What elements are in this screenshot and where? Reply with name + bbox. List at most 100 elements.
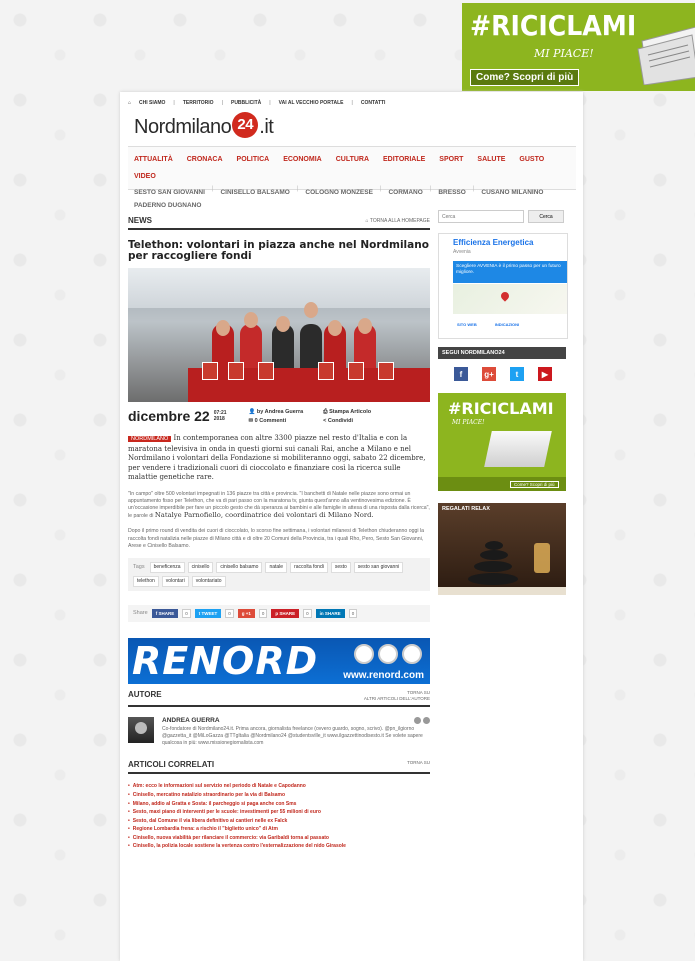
author-social <box>414 716 430 724</box>
menu-sport[interactable]: SPORT <box>439 151 463 168</box>
top-ad-banner[interactable]: #RICICLAMI MI PIACE! Come? Scopri di più <box>462 3 695 91</box>
stone <box>468 573 518 585</box>
menu-politica[interactable]: POLITICA <box>237 151 270 168</box>
menu-economia[interactable]: ECONOMIA <box>283 151 322 168</box>
googleplus-icon[interactable]: g+ <box>482 367 496 381</box>
tag-chip[interactable]: volontari <box>161 575 189 587</box>
author-name[interactable]: ANDREA GUERRA <box>162 717 430 724</box>
renault-logo-icon <box>354 643 374 664</box>
related-item[interactable]: Cinisello, la polizia locale sostiene la… <box>128 842 430 851</box>
volunteer-head <box>276 316 290 332</box>
share-link[interactable]: < Condividi <box>323 417 371 426</box>
tag-chip[interactable]: cinisello <box>187 561 214 573</box>
related-item[interactable]: Milano, addio al Gratta e Sosta: il parc… <box>128 800 430 809</box>
submenu-paderno[interactable]: PADERNO DUGNANO <box>134 199 201 212</box>
tag-chip[interactable]: sesto <box>330 561 351 573</box>
volunteer-head <box>304 302 318 318</box>
website-button[interactable]: SITO WEB <box>457 322 477 327</box>
related-item[interactable]: Sesto, dal Comune il via libera definiti… <box>128 817 430 826</box>
tag-chip[interactable]: sesto san giovanni <box>353 561 404 573</box>
globe-icon[interactable] <box>414 716 421 724</box>
logo-text: Nordmilano <box>134 116 232 138</box>
site-logo[interactable]: Nordmilano 24 .it <box>134 112 274 142</box>
tag-chip[interactable]: telethon <box>133 575 159 587</box>
category-badge[interactable]: NORDMILANO <box>128 436 172 442</box>
ad-band: Scegliere AVVENIA è il primo passo per u… <box>453 261 567 283</box>
tag-chip[interactable]: raccolta fondi <box>290 561 328 573</box>
avatar[interactable] <box>128 716 154 743</box>
author-section-header: AUTORE TORNA SU ALTRI ARTICOLI DELL'AUTO… <box>128 690 430 707</box>
related-back-to-top-link[interactable]: TORNA SU <box>407 760 430 769</box>
renord-ad-banner[interactable]: RENORD www.renord.com <box>128 637 430 684</box>
chocolate-box <box>228 362 244 380</box>
home-icon[interactable]: ⌂ <box>128 100 131 106</box>
submenu-cusano[interactable]: CUSANO MILANINO <box>481 186 543 199</box>
related-item[interactable]: Atm: ecco le informazioni sul servizio n… <box>128 782 430 791</box>
submenu-sesto[interactable]: SESTO SAN GIOVANNI <box>134 186 205 199</box>
twitter-icon[interactable]: t <box>510 367 524 381</box>
top-nav: ⌂ CHI SIAMO | TERRITORIO | PUBBLICITÀ | … <box>128 100 386 106</box>
facebook-share-button[interactable]: f SHARE <box>151 608 179 618</box>
lead-text: In contemporanea con altre 3300 piazze n… <box>128 434 426 481</box>
follow-header: SEGUI NORDMILANO24 <box>438 347 566 359</box>
submenu-cinisello[interactable]: CINISELLO BALSAMO <box>220 186 289 199</box>
linkedin-share-button[interactable]: in SHARE <box>315 608 345 618</box>
tag-chip[interactable]: natale <box>265 561 288 573</box>
ricicla-sidebar-ad[interactable]: #RICICLAMI MI PIACE! Come? Scopri di più <box>438 393 566 491</box>
facebook-icon[interactable]: f <box>454 367 468 381</box>
menu-video[interactable]: VIDEO <box>134 168 156 185</box>
submenu-cologno[interactable]: COLOGNO MONZESE <box>305 186 373 199</box>
googleplus-button[interactable]: g +1 <box>237 608 255 618</box>
author-box: ANDREA GUERRA Co-fondatore di Nordmilano… <box>128 716 430 746</box>
tag-chip[interactable]: cinisello balsamo <box>216 561 263 573</box>
stone <box>474 561 512 572</box>
ricicla-cta-button[interactable]: Come? Scopri di più <box>510 481 559 488</box>
print-icon: ⎙ <box>323 409 328 415</box>
relax-title: REGALATI RELAX <box>442 506 490 512</box>
author-link[interactable]: 👤 by Andrea Guerra <box>249 408 304 417</box>
search-input[interactable] <box>438 210 524 223</box>
topnav-pubblicita[interactable]: PUBBLICITÀ <box>231 100 261 106</box>
topnav-chi-siamo[interactable]: CHI SIAMO <box>139 100 165 106</box>
print-button[interactable]: ⎙ Stampa Articolo <box>323 408 371 417</box>
tag-chip[interactable]: volontariato <box>191 575 226 587</box>
menu-editoriale[interactable]: EDITORIALE <box>383 151 425 168</box>
efficienza-ad[interactable]: Efficienza Energetica Avvenia Scegliere … <box>438 233 568 339</box>
related-item[interactable]: Sesto, maxi piano di interventi per le s… <box>128 808 430 817</box>
related-item[interactable]: Cinisello, mercatino natalizio straordin… <box>128 791 430 800</box>
topnav-territorio[interactable]: TERRITORIO <box>183 100 214 106</box>
menu-salute[interactable]: SALUTE <box>477 151 505 168</box>
renord-wordmark: RENORD <box>132 638 319 683</box>
volunteer-head <box>328 320 342 336</box>
tag-chip[interactable]: beneficenza <box>149 561 185 573</box>
comments-link[interactable]: ✉ 0 Commenti <box>249 417 304 426</box>
directions-button[interactable]: INDICAZIONI <box>495 322 519 327</box>
more-by-author-link[interactable]: ALTRI ARTICOLI DELL'AUTORE <box>364 696 430 701</box>
menu-cultura[interactable]: CULTURA <box>336 151 369 168</box>
topnav-vecchio-portale[interactable]: VAI AL VECCHIO PORTALE <box>279 100 344 106</box>
youtube-icon[interactable]: ▶ <box>538 367 552 381</box>
related-item[interactable]: Cinisello, nuova viabilità per rilanciar… <box>128 834 430 843</box>
banner-cta-button[interactable]: Come? Scopri di più <box>470 69 580 86</box>
related-list: Atm: ecco le informazioni sul servizio n… <box>128 782 430 851</box>
menu-attualita[interactable]: ATTUALITÀ <box>134 151 173 168</box>
share-label: Share <box>133 610 148 617</box>
author-section-title: AUTORE <box>128 689 162 699</box>
volunteer-head <box>244 312 258 328</box>
submenu-bresso[interactable]: BRESSO <box>438 186 465 199</box>
twitter-tweet-button[interactable]: t TWEET <box>194 608 222 618</box>
menu-cronaca[interactable]: CRONACA <box>187 151 223 168</box>
back-to-top-link[interactable]: TORNA SU <box>407 690 430 695</box>
chocolate-box <box>318 362 334 380</box>
relax-ad[interactable]: REGALATI RELAX <box>438 503 566 595</box>
twitter-icon[interactable] <box>423 716 430 724</box>
topnav-contatti[interactable]: CONTATTI <box>361 100 386 106</box>
back-home-link[interactable]: ⌂ TORNA ALLA HOMEPAGE <box>366 218 430 224</box>
article-photo[interactable] <box>128 268 430 402</box>
submenu-cormano[interactable]: CORMANO <box>388 186 422 199</box>
brand-badges <box>354 643 422 664</box>
pinterest-share-button[interactable]: p SHARE <box>271 608 300 618</box>
menu-gusto[interactable]: GUSTO <box>519 151 544 168</box>
search-button[interactable]: Cerca <box>528 210 564 223</box>
related-item[interactable]: Regione Lombardia frena: a rischio il "b… <box>128 825 430 834</box>
